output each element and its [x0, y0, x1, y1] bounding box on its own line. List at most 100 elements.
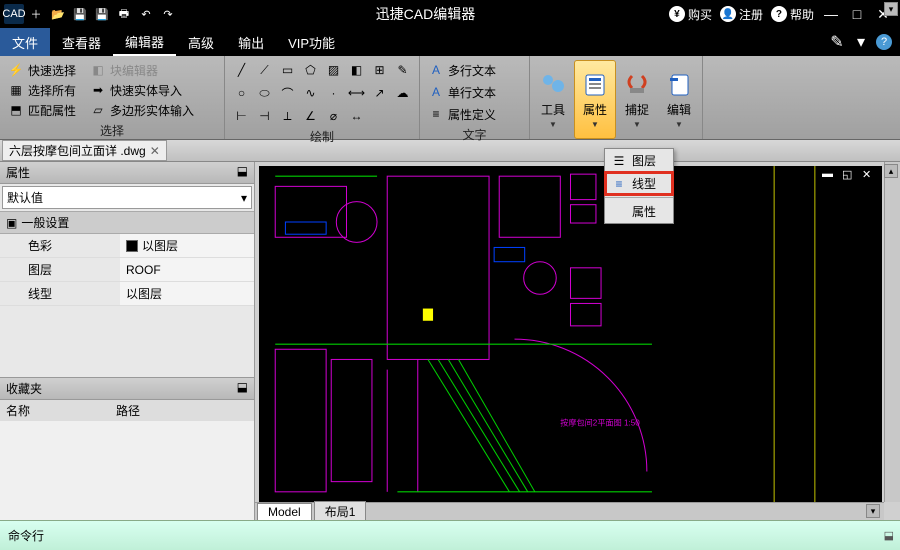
room-label: 按摩包间2平面图 1:50	[560, 418, 640, 428]
menu-advanced[interactable]: 高级	[176, 28, 226, 56]
chevron-down-icon: ▾	[241, 191, 247, 205]
undo-icon[interactable]: ↶	[136, 4, 156, 24]
rect-icon[interactable]: ▭	[278, 60, 298, 80]
scroll-expand[interactable]: ▾	[866, 504, 880, 518]
canvas-restore-icon[interactable]: ◱	[842, 168, 858, 182]
props-button[interactable]: 属性▼	[574, 60, 616, 139]
pen-icon[interactable]: ✎	[828, 33, 846, 51]
pin-icon[interactable]: ⬓	[237, 164, 248, 181]
layout-tab-layout1[interactable]: 布局1	[314, 501, 367, 520]
spline-icon[interactable]: ∿	[301, 83, 321, 103]
block-editor: ◧块编辑器	[90, 60, 194, 80]
stext-button[interactable]: A单行文本	[428, 82, 521, 102]
dim-icon[interactable]: ⟷	[347, 83, 367, 103]
dim6-icon[interactable]: ⌀	[324, 106, 344, 126]
cmd-pin-icon[interactable]: ⬓	[884, 529, 894, 542]
menu-file[interactable]: 文件	[0, 28, 50, 56]
dropdown-item-linetype[interactable]: ≡线型	[605, 172, 673, 195]
file-tab[interactable]: 六层按摩包间立面详 .dwg ✕	[2, 140, 167, 161]
props-panel-title: 属性⬓	[0, 162, 254, 184]
attrdef-button[interactable]: ≡属性定义	[428, 104, 521, 124]
layout-tab-model[interactable]: Model	[257, 503, 312, 521]
prop-row-layer[interactable]: 图层 ROOF	[0, 258, 254, 282]
app-icon[interactable]: CAD	[4, 4, 24, 24]
prop-row-linetype[interactable]: 线型 以图层	[0, 282, 254, 306]
ellipse-icon[interactable]: ⬭	[255, 83, 275, 103]
filetab-expand[interactable]: ▾	[884, 2, 898, 16]
insert-icon[interactable]: ⊞	[370, 60, 390, 80]
dim4-icon[interactable]: ⟂	[278, 106, 298, 126]
new-icon[interactable]: ＋	[26, 4, 46, 24]
dim7-icon[interactable]: ↔	[347, 106, 367, 126]
dim3-icon[interactable]: ⊣	[255, 106, 275, 126]
edit-button[interactable]: 编辑▼	[658, 60, 700, 139]
fav-col-path: 路径	[110, 400, 146, 421]
polygon-icon[interactable]: ⬠	[301, 60, 321, 80]
maximize-button[interactable]: □	[848, 5, 866, 23]
select-all[interactable]: ▦选择所有	[8, 80, 76, 100]
menu-editor[interactable]: 编辑器	[113, 28, 176, 56]
menu-output[interactable]: 输出	[226, 28, 276, 56]
hatch-icon[interactable]: ▨	[324, 60, 344, 80]
polyline-icon[interactable]: ⟋	[255, 60, 275, 80]
drawing-canvas[interactable]: 按摩包间2平面图 1:50	[259, 166, 882, 502]
quick-entity-import[interactable]: ➡快速实体导入	[90, 80, 194, 100]
cloud-icon[interactable]: ☁	[393, 83, 413, 103]
default-value-combo[interactable]: 默认值▾	[2, 186, 252, 209]
command-label: 命令行	[8, 527, 44, 544]
props-dropdown: ☰图层 ≡线型 属性	[604, 148, 674, 224]
file-tab-close-icon[interactable]: ✕	[150, 144, 160, 158]
ribbon-group-select-label: 选择	[8, 120, 216, 141]
dim2-icon[interactable]: ⊢	[232, 106, 252, 126]
dropdown-item-layers[interactable]: ☰图层	[605, 149, 673, 172]
scroll-up-icon[interactable]: ▴	[884, 164, 898, 178]
quick-select[interactable]: ⚡快速选择	[8, 60, 76, 80]
snap-button[interactable]: 捕捉▼	[616, 60, 658, 139]
menu-viewer[interactable]: 查看器	[50, 28, 113, 56]
buy-button[interactable]: ¥购买	[669, 6, 712, 23]
circle-icon[interactable]: ○	[232, 83, 252, 103]
block-icon[interactable]: ◧	[347, 60, 367, 80]
dropdown-icon[interactable]: ▾	[852, 33, 870, 51]
layers-icon: ☰	[611, 154, 627, 168]
register-button[interactable]: 👤注册	[720, 6, 763, 23]
edit-icon	[665, 71, 693, 99]
polygon-entity-input[interactable]: ▱多边形实体输入	[90, 100, 194, 120]
canvas-minimize-icon[interactable]: ▬	[822, 168, 838, 182]
general-settings-section[interactable]: ▣一般设置	[0, 211, 254, 234]
dropdown-item-props[interactable]: 属性	[605, 200, 673, 223]
open-icon[interactable]: 📂	[48, 4, 68, 24]
ribbon-group-text-label: 文字	[428, 124, 521, 145]
fav-col-name: 名称	[0, 400, 110, 421]
mtext-button[interactable]: A多行文本	[428, 60, 521, 80]
snap-icon	[623, 71, 651, 99]
help-button[interactable]: ?帮助	[771, 6, 814, 23]
file-tab-name: 六层按摩包间立面详 .dwg	[9, 142, 146, 159]
pen-draw-icon[interactable]: ✎	[393, 60, 413, 80]
print-icon[interactable]: 🖶	[114, 4, 134, 24]
match-props[interactable]: ⬒匹配属性	[8, 100, 76, 120]
line-icon[interactable]: ╱	[232, 60, 252, 80]
command-bar[interactable]: 命令行 ⬓	[0, 520, 900, 550]
point-icon[interactable]: ·	[324, 83, 344, 103]
arc-icon[interactable]: ⌒	[278, 83, 298, 103]
canvas-close-icon[interactable]: ✕	[862, 168, 878, 182]
ribbon-group-draw-label: 绘制	[233, 126, 411, 147]
pin-icon[interactable]: ⬓	[237, 380, 248, 397]
props-icon	[581, 71, 609, 99]
prop-row-color[interactable]: 色彩 以图层	[0, 234, 254, 258]
favorites-header: 收藏夹⬓	[0, 377, 254, 400]
leader-icon[interactable]: ↗	[370, 83, 390, 103]
dim5-icon[interactable]: ∠	[301, 106, 321, 126]
help-icon[interactable]: ?	[876, 34, 892, 50]
menu-vip[interactable]: VIP功能	[276, 28, 347, 56]
redo-icon[interactable]: ↷	[158, 4, 178, 24]
save-icon[interactable]: 💾	[70, 4, 90, 24]
linetype-icon: ≡	[611, 177, 627, 191]
tools-icon	[539, 71, 567, 99]
tools-button[interactable]: 工具▼	[532, 60, 574, 139]
minimize-button[interactable]: —	[822, 5, 840, 23]
vertical-scrollbar[interactable]: ▴	[884, 162, 900, 502]
horizontal-scrollbar[interactable]: Model 布局1 ▾	[255, 502, 884, 520]
saveall-icon[interactable]: 💾	[92, 4, 112, 24]
